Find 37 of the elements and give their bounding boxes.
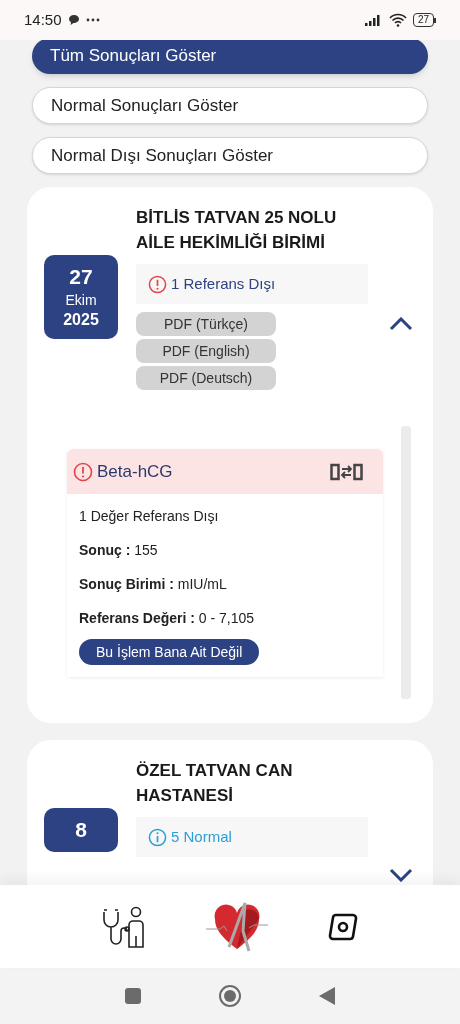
date-year: 2025 [63,310,99,330]
hospital-title: ÖZEL TATVAN CAN HASTANESİ [136,760,294,807]
chat-icon [67,14,80,26]
home-icon[interactable] [218,984,242,1008]
hospital-title: BİTLİS TATVAN 25 NOLU AİLE HEKİMLİĞİ BİRİMİ [136,207,338,254]
wifi-icon [388,13,407,27]
heart-logo-icon[interactable] [205,900,269,953]
pdf-button[interactable]: PDF (Deutsch) [136,366,276,390]
pdf-button[interactable]: PDF (English) [136,339,276,363]
not-mine-button[interactable]: Bu İşlem Bana Ait Değil [79,639,260,665]
collapse-icon[interactable] [389,317,413,331]
back-icon[interactable] [318,986,336,1006]
test-header[interactable]: Beta-hCG [67,449,383,494]
info-icon [148,827,167,847]
date-day: 8 [75,816,87,844]
result-field: Referans Değeri : 0 - 7,105 [79,608,383,629]
test-note: 1 Değer Referans Dışı [79,507,220,526]
pdf-button[interactable]: PDF (Türkçe) [136,312,276,336]
compare-icon[interactable] [330,461,363,482]
status-time: 14:50 [24,9,62,30]
test-name: Beta-hCG [97,460,173,483]
more-icon [85,18,100,22]
summary-text: 1 Referans Dışı [171,273,276,294]
date-day: 27 [69,263,93,291]
filter-button[interactable]: Tüm Sonuçları Göster [32,40,428,74]
summary-text: 5 Normal [171,826,232,847]
result-field: Sonuç : 155 [79,540,383,561]
date-month: Ekim [65,291,97,309]
signal-icon [364,14,383,26]
alert-icon [148,274,167,294]
recents-icon[interactable] [124,987,142,1005]
filter-button[interactable]: Normal Sonuçları Göster [32,87,428,124]
battery-icon: 27 [412,13,436,27]
result-field: Sonuç Birimi : mIU/mL [79,574,383,595]
filter-button[interactable]: Normal Dışı Sonuçları Göster [32,137,428,174]
alert-icon [73,461,93,482]
expand-icon[interactable] [389,868,413,882]
